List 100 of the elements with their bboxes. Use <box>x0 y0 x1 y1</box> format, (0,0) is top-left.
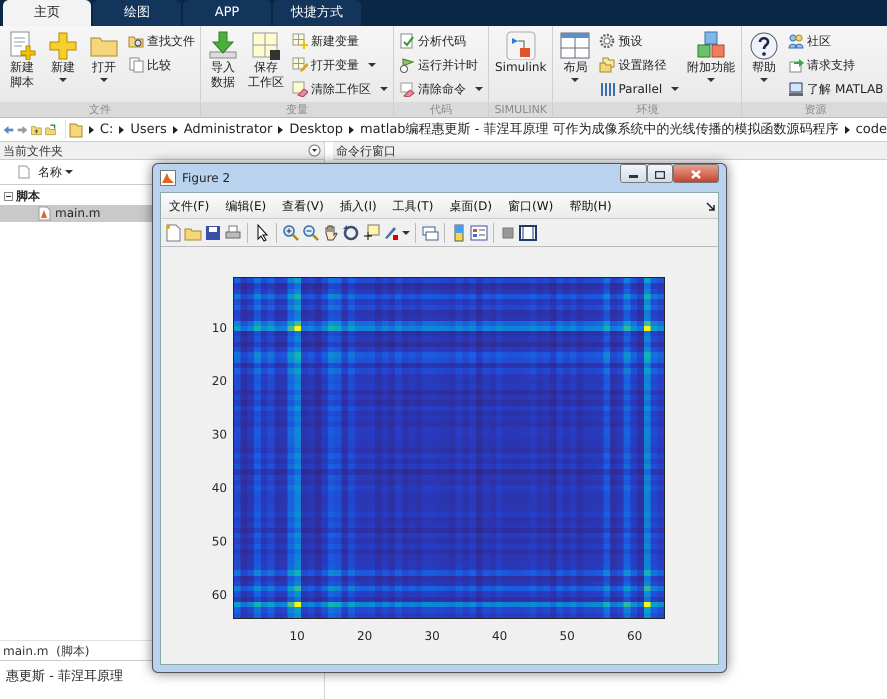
group-label: 代码 <box>394 102 488 117</box>
y-tick-label: 10 <box>212 320 227 335</box>
panel-title: 当前文件夹 <box>3 142 63 160</box>
toolstrip-button[interactable]: 布局 <box>556 26 594 102</box>
menu-item[interactable]: 工具(T) <box>384 196 442 214</box>
toolstrip-button[interactable]: 导入 数据 <box>204 26 242 102</box>
layout-grid-icon <box>559 30 592 60</box>
path-segment[interactable]: C: <box>100 120 114 140</box>
zoom-out-icon[interactable] <box>302 224 320 242</box>
toolstrip-button[interactable]: 查找文件 <box>126 29 197 53</box>
toolstrip-button[interactable]: 设置路径 <box>597 53 682 77</box>
tree-row[interactable]: 脚本 <box>0 188 152 205</box>
details-title: 惠更斯 - 菲涅耳原理 <box>6 669 123 684</box>
toolstrip-button[interactable]: 预设 <box>597 29 682 53</box>
window-title: Figure 2 <box>182 170 232 187</box>
toolstrip-button[interactable]: 新建 <box>44 26 82 102</box>
toolstrip-button[interactable]: 清除工作区 <box>290 77 390 101</box>
toolstrip-button[interactable]: 运行并计时 <box>397 53 485 77</box>
minimize-button[interactable] <box>620 164 647 183</box>
frame-icon[interactable] <box>519 224 537 242</box>
y-tick-label: 60 <box>212 588 227 602</box>
new-file-icon[interactable] <box>164 224 182 242</box>
grid-disk-icon <box>250 30 282 60</box>
toolstrip-button[interactable]: 打开 <box>85 26 123 102</box>
path-segment[interactable]: Users <box>130 120 167 140</box>
tree-row[interactable]: main.m <box>0 205 152 222</box>
tree-toggle-icon[interactable] <box>4 192 13 201</box>
toolstrip-button[interactable]: Parallel <box>597 77 682 101</box>
grid-pencil-icon <box>292 57 308 73</box>
close-button[interactable] <box>673 164 719 183</box>
maximize-button[interactable] <box>647 164 673 183</box>
dropdown-circle-icon[interactable] <box>308 144 321 157</box>
figure-app-icon <box>160 170 176 186</box>
caret-icon[interactable] <box>402 230 410 234</box>
dock-arrow-icon[interactable] <box>706 202 715 211</box>
gear-icon <box>599 33 616 49</box>
toolstrip-button[interactable]: 请求支持 <box>786 53 886 77</box>
toolstrip-button[interactable]: 附加功能 <box>684 26 738 102</box>
path-segment[interactable]: code <box>856 120 887 140</box>
ribbon-tab[interactable]: APP <box>183 0 271 26</box>
grid-eraser-icon <box>292 81 308 97</box>
toolstrip-button[interactable]: 清除命令 <box>397 77 485 101</box>
y-tick-label: 20 <box>212 374 227 388</box>
x-tick-label: 10 <box>289 629 305 643</box>
toolstrip-button[interactable]: 帮助 <box>745 26 784 102</box>
legend-icon[interactable] <box>470 224 488 242</box>
download-arrow-icon <box>207 30 239 60</box>
chevron-icon <box>88 126 94 134</box>
rotate-icon[interactable] <box>342 224 360 242</box>
x-tick-label: 60 <box>626 629 642 643</box>
menu-item[interactable]: 编辑(E) <box>217 196 274 214</box>
ribbon-tab[interactable]: 绘图 <box>93 0 181 26</box>
path-segment[interactable]: Desktop <box>289 120 343 140</box>
group-label: SIMULINK <box>489 102 552 117</box>
menu-item[interactable]: 查看(V) <box>274 196 332 214</box>
menu-item[interactable]: 桌面(D) <box>441 196 500 214</box>
toolstrip-button[interactable]: 比较 <box>126 53 197 77</box>
ribbon-tab[interactable]: 主页 <box>3 0 91 26</box>
cubes-icon <box>695 30 728 60</box>
browse-folder-icon[interactable] <box>44 122 56 138</box>
zoom-in-icon[interactable] <box>282 224 300 242</box>
y-tick-label: 40 <box>212 481 227 496</box>
menu-item[interactable]: 插入(I) <box>332 196 385 214</box>
group-label: 变量 <box>201 102 393 117</box>
x-tick-label: 30 <box>424 629 440 643</box>
menu-item[interactable]: 文件(F) <box>161 196 218 214</box>
toolstrip-button[interactable]: 新建变量 <box>290 29 390 53</box>
menu-item[interactable]: 帮助(H) <box>561 196 620 214</box>
maximize-icon <box>655 170 665 179</box>
link-icon[interactable] <box>421 224 439 242</box>
group-label: 环境 <box>553 102 742 117</box>
panel-title: 命令行窗口 <box>333 142 887 160</box>
path-segment[interactable]: matlab编程惠更斯 - 菲涅耳原理 可作为成像系统中的光线传播的模拟函数源码程序 <box>360 120 839 140</box>
toolstrip-button[interactable]: 保存 工作区 <box>245 26 287 102</box>
column-header[interactable]: 名称 <box>36 160 75 184</box>
plus-icon <box>47 30 79 60</box>
toolstrip-button[interactable]: 社区 <box>786 29 886 53</box>
menu-item[interactable]: 窗口(W) <box>500 196 562 214</box>
toolstrip-button[interactable]: 了解 MATLAB <box>786 77 886 101</box>
print-icon[interactable] <box>224 224 242 242</box>
group-label: 资源 <box>742 102 887 117</box>
toolstrip-button[interactable]: 分析代码 <box>397 29 485 53</box>
toolstrip-button[interactable]: 打开变量 <box>290 53 390 77</box>
y-tick-label: 30 <box>212 428 227 442</box>
group-label: 文件 <box>0 102 200 117</box>
parallel-bars-icon <box>599 81 616 97</box>
m-file-icon <box>38 206 52 221</box>
block-diagram-icon <box>504 30 537 60</box>
folders-icon <box>599 57 616 73</box>
path-segment[interactable]: Administrator <box>184 120 272 140</box>
grid-plus-icon <box>292 33 308 49</box>
toolstrip-button[interactable]: Simulink <box>492 26 550 102</box>
compare-icon <box>128 57 144 73</box>
x-tick-label: 20 <box>356 629 372 643</box>
ribbon-tab[interactable]: 快捷方式 <box>273 0 361 26</box>
toolstrip-button[interactable]: 新建 脚本 <box>3 26 41 102</box>
save-icon[interactable] <box>204 224 222 242</box>
file-icon <box>18 165 30 179</box>
data-cursor-icon[interactable] <box>362 224 380 242</box>
x-tick-label: 40 <box>492 629 508 643</box>
